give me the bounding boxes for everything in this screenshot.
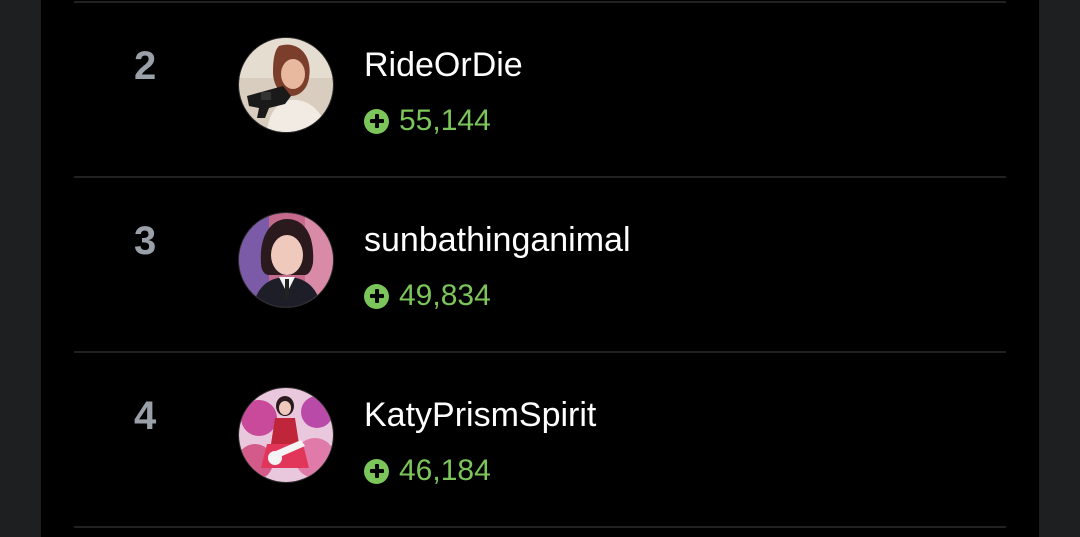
username[interactable]: RideOrDie (364, 46, 523, 85)
rank-number: 3 (134, 219, 157, 263)
plus-circle-icon (364, 108, 389, 134)
rank-number: 2 (134, 44, 157, 88)
avatar[interactable] (239, 38, 333, 132)
score-value: 55,144 (399, 104, 491, 137)
username[interactable]: KatyPrismSpirit (364, 396, 596, 435)
rank-number: 4 (134, 394, 157, 438)
score: 46,184 (364, 454, 491, 488)
avatar-image (239, 388, 333, 482)
leaderboard-row[interactable]: 3 sunbathinganimal 49,834 (74, 178, 1006, 353)
score-value: 46,184 (399, 454, 491, 487)
divider (74, 526, 1006, 528)
score-value: 49,834 (399, 279, 491, 312)
leaderboard-row[interactable]: 4 KatyPrismSpirit 46,184 (74, 353, 1006, 528)
avatar[interactable] (239, 388, 333, 482)
score: 55,144 (364, 104, 491, 138)
avatar-image (239, 38, 333, 132)
plus-circle-icon (364, 458, 389, 484)
score: 49,834 (364, 279, 491, 313)
avatar-image (239, 213, 333, 307)
leaderboard-page: 2 RideOrDie 55,144 3 sunbathinganimal 49… (41, 0, 1039, 537)
avatar[interactable] (239, 213, 333, 307)
leaderboard-row[interactable]: 2 RideOrDie 55,144 (74, 3, 1006, 178)
plus-circle-icon (364, 283, 389, 309)
username[interactable]: sunbathinganimal (364, 221, 631, 260)
